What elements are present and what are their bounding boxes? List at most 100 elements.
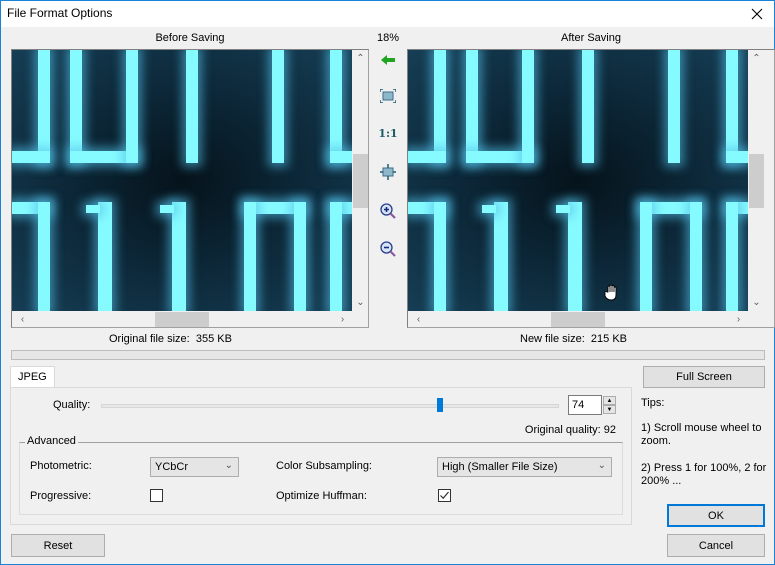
sync-view-button[interactable]: [378, 50, 398, 70]
scroll-left-arrow-icon[interactable]: ‹: [14, 311, 31, 327]
scroll-left-arrow-icon[interactable]: ‹: [410, 311, 427, 327]
tip-2: 2) Press 1 for 100%, 2 for 200% ...: [641, 462, 767, 487]
zoom-out-button[interactable]: [378, 239, 398, 259]
digit-stroke: [494, 202, 508, 311]
zoom-level: 18%: [376, 32, 400, 44]
before-preview-image[interactable]: [12, 50, 352, 311]
original-quality: Original quality: 92: [524, 424, 616, 436]
close-button[interactable]: [740, 1, 774, 27]
photometric-value: YCbCr: [155, 461, 189, 473]
new-file-size-value: 215 KB: [590, 333, 628, 345]
chevron-down-icon: ⌄: [597, 460, 606, 471]
scroll-down-arrow-icon[interactable]: ⌄: [748, 294, 765, 311]
hand-cursor-icon: [604, 284, 617, 301]
zoom-in-button[interactable]: [378, 201, 398, 221]
before-hscroll-thumb[interactable]: [155, 312, 209, 327]
color-subsampling-select[interactable]: High (Smaller File Size) ⌄: [437, 457, 612, 477]
fit-to-window-button[interactable]: [378, 86, 398, 106]
fit-to-window-icon: [380, 89, 396, 103]
reset-button[interactable]: Reset: [11, 534, 105, 557]
quality-spin-down[interactable]: ▼: [603, 405, 616, 414]
cancel-button[interactable]: Cancel: [667, 534, 765, 557]
after-saving-label: After Saving: [561, 32, 621, 44]
progress-bar: [11, 350, 765, 360]
photometric-select[interactable]: YCbCr ⌄: [150, 457, 239, 477]
before-vertical-scrollbar[interactable]: ⌃ ⌄: [352, 50, 368, 311]
scroll-up-arrow-icon[interactable]: ⌃: [748, 50, 765, 67]
new-file-size: New file size: 215 KB: [520, 333, 627, 345]
digit-stroke: [408, 151, 446, 163]
quality-input[interactable]: [568, 395, 602, 415]
scroll-right-arrow-icon[interactable]: ›: [730, 311, 747, 327]
digit-stroke: [434, 202, 446, 311]
digit-stroke: [294, 202, 306, 311]
quality-spin-up[interactable]: ▲: [603, 396, 616, 405]
window-title: File Format Options: [7, 6, 113, 20]
digit-stroke: [726, 202, 738, 311]
ok-button[interactable]: OK: [667, 504, 765, 527]
digit-stroke: [38, 50, 50, 163]
quality-slider-thumb[interactable]: [436, 398, 443, 412]
tab-jpeg[interactable]: JPEG: [10, 366, 55, 388]
scroll-down-arrow-icon[interactable]: ⌄: [352, 294, 368, 311]
digit-stroke: [434, 50, 446, 163]
chevron-down-icon: ⌄: [224, 460, 233, 471]
progressive-checkbox[interactable]: [150, 489, 163, 502]
after-vertical-scrollbar[interactable]: ⌃ ⌄: [748, 50, 765, 311]
digit-stroke: [330, 151, 352, 163]
original-file-size-value: 355 KB: [195, 333, 232, 345]
after-vscroll-thumb[interactable]: [749, 154, 764, 208]
photometric-label: Photometric:: [30, 460, 92, 472]
digit-stroke: [726, 50, 738, 163]
before-horizontal-scrollbar[interactable]: ‹ ›: [12, 311, 352, 327]
quality-label: Quality:: [53, 399, 91, 411]
digit-stroke: [482, 205, 496, 213]
quality-slider-track[interactable]: [101, 404, 559, 408]
tip-1: 1) Scroll mouse wheel to zoom.: [641, 422, 762, 447]
full-screen-button[interactable]: Full Screen: [643, 366, 765, 388]
zoom-in-icon: [380, 203, 396, 219]
color-subsampling-label: Color Subsampling:: [276, 460, 372, 472]
after-preview-pane[interactable]: ⌃ ⌄ ‹ ›: [407, 49, 775, 328]
optimize-huffman-checkbox[interactable]: [438, 489, 451, 502]
fit-width-button[interactable]: [378, 162, 398, 182]
after-preview-image[interactable]: [408, 50, 748, 311]
digit-stroke: [668, 50, 680, 163]
advanced-group-label: Advanced: [25, 435, 78, 447]
green-arrow-left-icon: [381, 55, 395, 65]
title-bar: File Format Options: [1, 1, 774, 27]
checkmark-icon: [440, 491, 449, 500]
before-preview-pane[interactable]: ⌃ ⌄ ‹ ›: [11, 49, 369, 328]
digit-stroke: [556, 205, 570, 213]
digit-stroke: [244, 202, 256, 311]
digit-stroke: [272, 50, 284, 163]
original-file-size-label: Original file size:: [109, 333, 190, 345]
digit-stroke: [160, 205, 174, 213]
digit-stroke: [330, 202, 342, 311]
fit-width-icon: [380, 164, 396, 180]
file-format-options-dialog: File Format Options Before Saving After …: [0, 0, 775, 565]
zoom-out-icon: [380, 241, 396, 257]
before-vscroll-thumb[interactable]: [353, 154, 368, 208]
original-file-size: Original file size: 355 KB: [109, 333, 232, 345]
scroll-up-arrow-icon[interactable]: ⌃: [352, 50, 368, 67]
digit-stroke: [466, 50, 478, 163]
digit-stroke: [98, 202, 112, 311]
actual-size-button[interactable]: 1:1: [378, 123, 398, 143]
digit-stroke: [522, 50, 534, 163]
digit-stroke: [568, 202, 582, 311]
digit-stroke: [330, 50, 342, 163]
color-subsampling-value: High (Smaller File Size): [442, 461, 558, 473]
digit-stroke: [726, 151, 748, 163]
new-file-size-label: New file size:: [520, 333, 585, 345]
digit-stroke: [582, 50, 594, 163]
before-saving-label: Before Saving: [155, 32, 225, 44]
after-hscroll-thumb[interactable]: [551, 312, 605, 327]
digit-stroke: [186, 50, 198, 163]
digit-stroke: [86, 205, 100, 213]
digit-stroke: [172, 202, 186, 311]
digit-stroke: [640, 202, 652, 311]
scroll-right-arrow-icon[interactable]: ›: [334, 311, 351, 327]
jpeg-tab-panel: Quality: ▲ ▼ Original quality: 92 Advanc…: [10, 387, 632, 525]
after-horizontal-scrollbar[interactable]: ‹ ›: [408, 311, 748, 327]
